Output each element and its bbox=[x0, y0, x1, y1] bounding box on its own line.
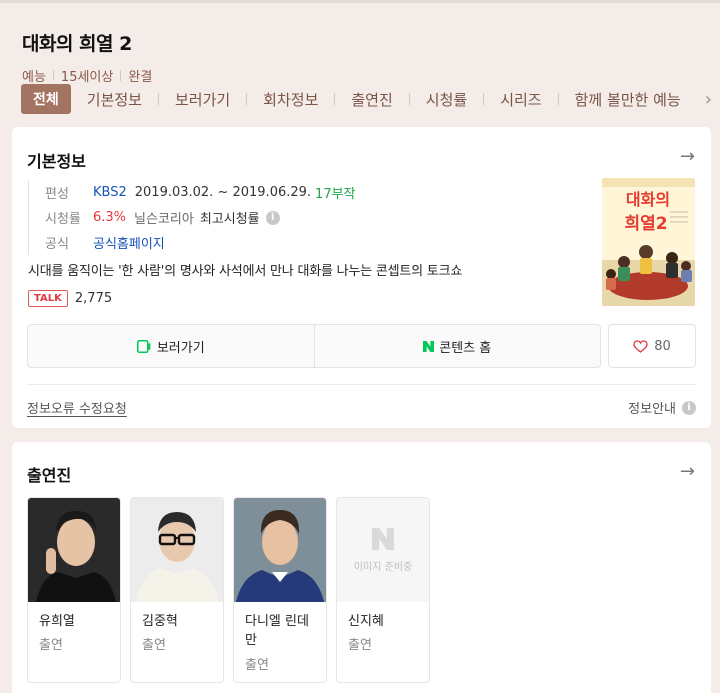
cast-name: 다니엘 린데만 bbox=[245, 614, 309, 648]
cast-name: 김중혁 bbox=[142, 614, 178, 629]
talk-count: 2,775 bbox=[74, 291, 113, 306]
tab-watch[interactable]: 보러가기 bbox=[175, 89, 230, 110]
cast-role: 출연 bbox=[245, 658, 269, 673]
like-count: 80 bbox=[654, 338, 671, 354]
rating-note: 최고시청률 bbox=[199, 212, 260, 227]
talk-badge[interactable]: TALK bbox=[28, 290, 68, 307]
naver-n-icon bbox=[372, 527, 394, 550]
like-button[interactable]: 80 bbox=[608, 324, 696, 368]
cast-member[interactable]: 김중혁 출연 bbox=[130, 497, 224, 683]
date-range: 2019.03.02. ~ 2019.06.29. bbox=[134, 185, 312, 200]
rating-row: 시청률 6.3% 닐슨코리아 최고시청률 i bbox=[45, 205, 356, 230]
info-guide-label: 정보안내 bbox=[628, 402, 676, 417]
genre-label: 예능 bbox=[22, 70, 46, 85]
cast-role: 출연 bbox=[142, 638, 166, 653]
schedule-row: 편성 KBS2 2019.03.02. ~ 2019.06.29. 17부작 bbox=[45, 180, 356, 205]
tab-divider bbox=[483, 93, 485, 105]
program-meta: 예능 15세이상 완결 bbox=[22, 66, 698, 85]
tab-divider bbox=[334, 93, 336, 105]
action-button-group: 보러가기 콘텐츠 홈 bbox=[27, 324, 601, 368]
tab-basic-info[interactable]: 기본정보 bbox=[87, 89, 142, 110]
cast-photo bbox=[234, 498, 326, 602]
rating-label: 시청률 bbox=[45, 212, 81, 227]
meta-divider bbox=[120, 70, 122, 81]
page-title: 대화의 희열 2 bbox=[22, 33, 132, 55]
tab-all[interactable]: 전체 bbox=[21, 84, 71, 114]
tab-cast[interactable]: 출연진 bbox=[351, 89, 392, 110]
arrow-right-icon[interactable]: → bbox=[680, 461, 695, 482]
cast-photo-placeholder: 이미지 준비중 bbox=[337, 498, 429, 602]
schedule-label: 편성 bbox=[45, 187, 69, 202]
tab-divider bbox=[157, 93, 159, 105]
arrow-right-icon[interactable]: → bbox=[680, 146, 695, 167]
tab-scroll-button[interactable]: › bbox=[684, 84, 720, 114]
age-rating-label: 15세이상 bbox=[60, 70, 114, 85]
cast-role: 출연 bbox=[348, 638, 372, 653]
meta-divider bbox=[52, 70, 54, 81]
channel-link[interactable]: KBS2 bbox=[93, 185, 127, 200]
info-icon: i bbox=[682, 400, 696, 415]
cast-member[interactable]: 이미지 준비중 신지혜 출연 bbox=[336, 497, 430, 683]
tab-divider bbox=[246, 93, 248, 105]
poster-title-line1: 대화의 bbox=[626, 190, 670, 209]
poster-image: 대화의 희열2 bbox=[602, 178, 695, 306]
cast-card: 출연진 → 유희열 출연 김중혁 출연 다니엘 린데만 출연 이미지 준비중 신… bbox=[12, 442, 711, 693]
tab-bar: 전체 기본정보 보러가기 회차정보 출연진 시청률 시리즈 함께 볼만한 예능 bbox=[21, 84, 720, 114]
watch-button[interactable]: 보러가기 bbox=[28, 325, 314, 367]
tab-divider bbox=[557, 93, 559, 105]
talk-row[interactable]: TALK 2,775 bbox=[28, 290, 112, 307]
program-description: 시대를 움직이는 '한 사람'의 명사와 사석에서 만나 대화를 나누는 콘셉트… bbox=[28, 264, 463, 279]
heart-icon bbox=[633, 339, 648, 353]
section-title-basic-info: 기본정보 bbox=[27, 152, 86, 171]
tab-episodes[interactable]: 회차정보 bbox=[263, 89, 318, 110]
report-error-link[interactable]: 정보오류 수정요청 bbox=[27, 398, 127, 417]
tab-recommended[interactable]: 함께 볼만한 예능 bbox=[575, 89, 681, 110]
program-poster[interactable]: 대화의 희열2 bbox=[602, 178, 695, 306]
status-label: 완결 bbox=[128, 70, 153, 85]
cast-member[interactable]: 다니엘 린데만 출연 bbox=[233, 497, 327, 683]
official-row: 공식 공식홈페이지 bbox=[45, 230, 356, 255]
card-divider bbox=[27, 384, 696, 385]
official-label: 공식 bbox=[45, 237, 69, 252]
info-icon[interactable]: i bbox=[265, 210, 280, 225]
poster-title-line2: 희열2 bbox=[624, 214, 667, 234]
info-list: 편성 KBS2 2019.03.02. ~ 2019.06.29. 17부작 시… bbox=[28, 180, 356, 255]
cast-name: 유희열 bbox=[39, 614, 75, 629]
cast-member[interactable]: 유희열 출연 bbox=[27, 497, 121, 683]
tab-series[interactable]: 시리즈 bbox=[500, 89, 541, 110]
image-pending-text: 이미지 준비중 bbox=[353, 561, 413, 573]
basic-info-card: 기본정보 → 편성 KBS2 2019.03.02. ~ 2019.06.29.… bbox=[12, 127, 711, 428]
content-home-label: 콘텐츠 홈 bbox=[439, 340, 492, 356]
cast-photo bbox=[28, 498, 120, 602]
cast-photo bbox=[131, 498, 223, 602]
tab-divider bbox=[408, 93, 410, 105]
rating-value: 6.3% bbox=[93, 210, 127, 225]
chevron-right-icon: › bbox=[704, 88, 712, 110]
tab-ratings[interactable]: 시청률 bbox=[426, 89, 467, 110]
cast-role: 출연 bbox=[39, 638, 63, 653]
official-homepage-link[interactable]: 공식홈페이지 bbox=[93, 233, 165, 252]
section-title-cast: 출연진 bbox=[27, 466, 72, 485]
episode-count: 17부작 bbox=[315, 187, 356, 202]
play-tv-icon bbox=[136, 339, 151, 353]
info-guide[interactable]: 정보안내 i bbox=[628, 398, 696, 417]
watch-button-label: 보러가기 bbox=[156, 340, 205, 356]
cast-name: 신지혜 bbox=[348, 614, 384, 629]
naver-n-icon bbox=[423, 340, 435, 352]
content-home-button[interactable]: 콘텐츠 홈 bbox=[313, 325, 601, 367]
rating-source: 닐슨코리아 bbox=[134, 212, 194, 227]
